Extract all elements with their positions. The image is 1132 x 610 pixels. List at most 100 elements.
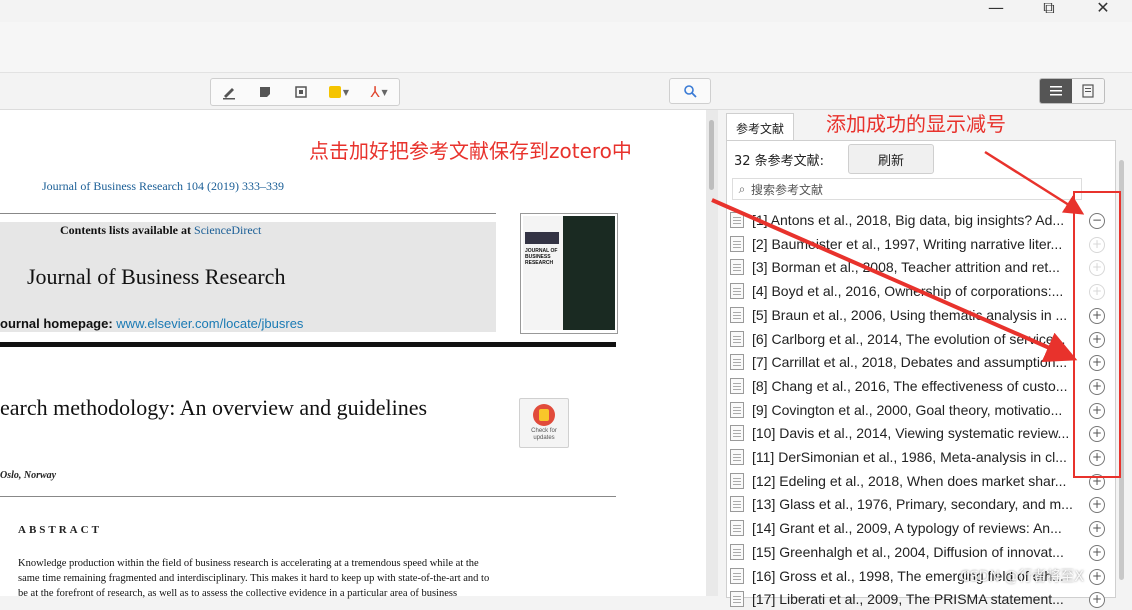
pdf-export-button[interactable]: ⅄ ▼ <box>359 80 399 104</box>
article-title: earch methodology: An overview and guide… <box>0 395 428 420</box>
list-item[interactable]: [13] Glass et al., 1976, Primary, second… <box>730 493 1080 515</box>
reference-text: [5] Braun et al., 2006, Using thematic a… <box>752 306 1068 323</box>
check-for-updates-badge[interactable]: Check for updates <box>519 398 569 448</box>
list-item[interactable]: [17] Liberati et al., 2009, The PRISMA s… <box>730 588 1080 610</box>
list-item[interactable]: [11] DerSimonian et al., 1986, Meta-anal… <box>730 446 1080 468</box>
reference-text: [2] Baumeister et al., 1997, Writing nar… <box>752 235 1063 252</box>
document-icon <box>730 591 744 608</box>
search-button[interactable] <box>669 78 711 104</box>
search-input[interactable]: 搜索参考文献 <box>751 181 823 198</box>
divider <box>0 496 616 497</box>
list-item[interactable]: [2] Baumeister et al., 1997, Writing nar… <box>730 233 1080 255</box>
ribbon-area <box>0 22 1132 73</box>
reference-text: [11] DerSimonian et al., 1986, Meta-anal… <box>752 449 1067 465</box>
thick-divider <box>0 342 616 347</box>
list-item[interactable]: [4] Boyd et al., 2016, Ownership of corp… <box>730 280 1080 302</box>
cover-bar <box>525 232 559 244</box>
pdf-viewer[interactable]: Journal of Business Research 104 (2019) … <box>0 110 718 599</box>
color-picker[interactable]: ▼ <box>319 80 359 104</box>
yellow-swatch-icon <box>328 86 341 98</box>
watermark: CSDN @行者将至X <box>960 569 1084 585</box>
badge-label: Check for updates <box>531 428 557 441</box>
list-item[interactable]: [8] Chang et al., 2016, The effectivenes… <box>730 375 1080 397</box>
document-icon <box>730 354 744 371</box>
tab-references[interactable]: 参考文献 <box>726 113 794 142</box>
document-icon <box>730 567 744 584</box>
sciencedirect-link[interactable]: ScienceDirect <box>194 223 261 237</box>
contents-prefix: Contents lists available at <box>60 223 195 237</box>
reference-text: [9] Covington et al., 2000, Goal theory,… <box>752 401 1063 418</box>
document-icon <box>730 449 744 465</box>
bookmark-icon <box>539 409 549 421</box>
homepage-link[interactable]: www.elsevier.com/locate/jbusres <box>116 316 303 331</box>
reference-text: [1] Antons et al., 2018, Big data, big i… <box>752 212 1065 228</box>
highlight-pen-icon[interactable] <box>211 80 247 104</box>
homepage-prefix: ournal homepage: <box>0 316 117 331</box>
reference-text: [15] Greenhalgh et al., 2004, Diffusion … <box>752 543 1064 560</box>
reference-text: [8] Chang et al., 2016, The effectivenes… <box>752 377 1068 394</box>
reference-text: [6] Carlborg et al., 2014, The evolution… <box>752 330 1066 347</box>
add-reference-icon[interactable]: + <box>1089 544 1105 561</box>
abstract-line: be at the forefront of research, as well… <box>18 588 458 599</box>
reference-text: [3] Borman et al., 2008, Teacher attriti… <box>752 259 1060 276</box>
divider <box>0 213 496 214</box>
reference-text: [13] Glass et al., 1976, Primary, second… <box>752 496 1073 513</box>
contents-line: Contents lists available at ScienceDirec… <box>60 223 261 238</box>
list-item[interactable]: [15] Greenhalgh et al., 2004, Diffusion … <box>730 541 1080 563</box>
list-item[interactable]: [3] Borman et al., 2008, Teacher attriti… <box>730 256 1080 278</box>
note-icon[interactable] <box>247 80 283 104</box>
refresh-button[interactable]: 刷新 <box>848 144 934 174</box>
list-item[interactable]: [6] Carlborg et al., 2014, The evolution… <box>730 328 1080 350</box>
reference-text: [17] Liberati et al., 2009, The PRISMA s… <box>752 591 1064 608</box>
add-reference-icon[interactable]: + <box>1089 521 1105 538</box>
pdf-toolbar <box>0 73 1132 110</box>
add-reference-icon[interactable]: + <box>1089 568 1105 585</box>
notes-view-button[interactable] <box>1072 79 1104 103</box>
pdf-page: Journal of Business Research 104 (2019) … <box>0 110 706 599</box>
pdf-icon: ⅄ <box>370 83 380 101</box>
list-item[interactable]: [7] Carrillat et al., 2018, Debates and … <box>730 351 1080 373</box>
abstract-line: same time remaining fragmented and inter… <box>18 573 490 584</box>
list-item[interactable]: [1] Antons et al., 2018, Big data, big i… <box>730 209 1080 231</box>
document-icon <box>730 330 744 347</box>
restore-icon[interactable]: ⧉ <box>1038 0 1060 18</box>
reference-text: [4] Boyd et al., 2016, Ownership of corp… <box>752 283 1064 300</box>
search-icon: ⌕ <box>738 181 746 196</box>
search-icon <box>684 85 697 98</box>
minimize-icon[interactable]: — <box>985 0 1007 18</box>
document-icon <box>730 212 744 228</box>
chevron-down-icon: ▼ <box>381 87 388 97</box>
document-icon <box>730 425 744 442</box>
document-icon <box>730 496 744 513</box>
journal-homepage: ournal homepage: www.elsevier.com/locate… <box>0 316 303 331</box>
reference-search[interactable]: ⌕ 搜索参考文献 <box>732 178 1082 200</box>
list-item[interactable]: [12] Edeling et al., 2018, When does mar… <box>730 470 1080 492</box>
list-item[interactable]: [10] Davis et al., 2014, Viewing systema… <box>730 422 1080 444</box>
cover-title: JOURNAL OF BUSINESS RESEARCH <box>525 248 558 266</box>
view-toggle <box>1039 78 1105 104</box>
document-icon <box>730 259 744 276</box>
title-bar: — ⧉ ✕ <box>0 0 1132 22</box>
annotation-text-right: 添加成功的显示减号 <box>826 112 1006 136</box>
reference-count: 32 条参考文献: <box>734 154 825 169</box>
journal-cover-image: JOURNAL OF BUSINESS RESEARCH <box>520 213 618 334</box>
journal-reference: Journal of Business Research 104 (2019) … <box>42 179 284 193</box>
document-icon <box>730 520 744 537</box>
reference-text: [10] Davis et al., 2014, Viewing systema… <box>752 425 1070 442</box>
reference-text: [7] Carrillat et al., 2018, Debates and … <box>752 354 1068 371</box>
reference-text: [12] Edeling et al., 2018, When does mar… <box>752 472 1067 489</box>
annotation-text-left: 点击加好把参考文献保存到zotero中 <box>309 139 632 163</box>
close-icon[interactable]: ✕ <box>1092 0 1114 18</box>
list-item[interactable]: [5] Braun et al., 2006, Using thematic a… <box>730 304 1080 326</box>
document-icon <box>730 283 744 300</box>
document-icon <box>730 472 744 489</box>
list-view-button[interactable] <box>1040 79 1072 103</box>
list-item[interactable]: [9] Covington et al., 2000, Goal theory,… <box>730 399 1080 421</box>
pdf-scrollbar[interactable] <box>709 120 714 190</box>
list-item[interactable]: [14] Grant et al., 2009, A typology of r… <box>730 517 1080 539</box>
reference-text: [14] Grant et al., 2009, A typology of r… <box>752 520 1062 537</box>
abstract-heading: ABSTRACT <box>18 524 102 536</box>
highlight-box <box>1073 191 1121 478</box>
add-reference-icon[interactable]: + <box>1089 592 1105 609</box>
add-note-icon[interactable] <box>283 80 319 104</box>
